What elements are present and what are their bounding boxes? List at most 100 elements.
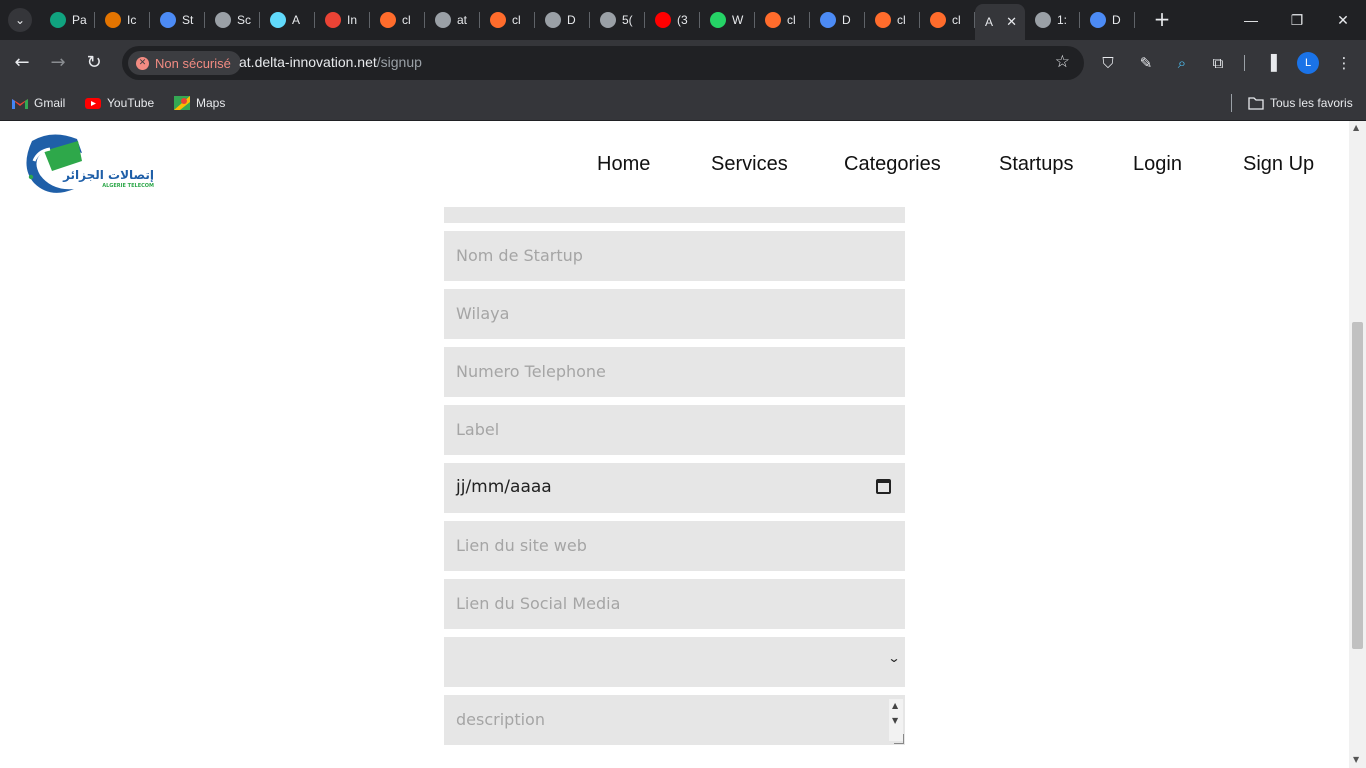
tab-title: cl [787, 13, 796, 27]
tab-search-button[interactable]: ⌄ [8, 8, 32, 32]
bookmarks-divider [1231, 94, 1232, 112]
browser-tab[interactable]: at [425, 6, 480, 34]
social-media-placeholder: Lien du Social Media [456, 594, 621, 613]
browser-tab[interactable]: cl [920, 6, 975, 34]
browser-tab[interactable]: Ic [95, 6, 150, 34]
all-bookmarks-button[interactable]: Tous les favoris [1248, 93, 1353, 113]
stack-icon [1090, 12, 1106, 28]
stack-icon [160, 12, 176, 28]
side-panel-icon[interactable]: ▐ [1260, 52, 1282, 74]
browser-tab[interactable]: A [260, 6, 315, 34]
nav-signup[interactable]: Sign Up [1243, 153, 1314, 176]
label-input[interactable]: Label [444, 405, 905, 455]
browser-tab[interactable]: 1: [1025, 6, 1080, 34]
shield-extension-icon[interactable]: ⛉ [1097, 52, 1119, 74]
date-input[interactable]: jj/mm/aaaa [444, 463, 905, 513]
url-host: at.delta-innovation.net [239, 54, 377, 70]
youtube-icon [655, 12, 671, 28]
resize-handle-icon[interactable] [894, 734, 904, 744]
close-tab-icon[interactable]: ✕ [1006, 14, 1017, 30]
description-placeholder: description [456, 710, 545, 729]
scrollbar-thumb[interactable] [1352, 322, 1363, 649]
eyedropper-extension-icon[interactable]: ✎ [1135, 52, 1157, 74]
nav-home[interactable]: Home [597, 153, 650, 176]
tab-title: A [292, 13, 301, 27]
cpanel-icon [930, 12, 946, 28]
tab-title: D [567, 13, 576, 27]
tab-separator [1134, 12, 1135, 28]
cpanel-icon [765, 12, 781, 28]
browser-tab[interactable]: cl [370, 6, 425, 34]
extensions-puzzle-icon[interactable]: ⧉ [1207, 52, 1229, 74]
nav-categories[interactable]: Categories [844, 153, 941, 176]
category-select[interactable]: ⌄ [444, 637, 905, 687]
tab-title: D [1112, 13, 1121, 27]
close-window-button[interactable]: ✕ [1320, 0, 1366, 40]
browser-tab[interactable]: Sc [205, 6, 260, 34]
scroll-up-icon[interactable]: ▲ [892, 701, 898, 710]
logo-latin-text: ALGERIE TELECOM [102, 183, 154, 189]
phone-input[interactable]: Numero Telephone [444, 347, 905, 397]
forward-button[interactable]: → [45, 50, 71, 76]
browser-tab[interactable]: cl [755, 6, 810, 34]
browser-tab[interactable]: A ✕ [975, 4, 1025, 40]
site-header: إتصالات الجزائر ALGERIE TELECOM Home Ser… [0, 121, 1349, 207]
tab-title: In [347, 13, 358, 27]
tab-title: D [842, 13, 851, 27]
tab-title: 1: [1057, 13, 1068, 27]
bookmark-star-icon[interactable]: ☆ [1055, 52, 1070, 72]
calendar-icon[interactable] [876, 479, 891, 494]
chevron-down-icon: ⌄ [887, 651, 901, 665]
browser-tab[interactable]: Pa [40, 6, 95, 34]
whatsapp-icon [710, 12, 726, 28]
browser-tab[interactable]: In [315, 6, 370, 34]
scroll-up-icon[interactable]: ▲ [1353, 123, 1359, 132]
cpanel-icon [490, 12, 506, 28]
scroll-down-icon[interactable]: ▼ [1353, 755, 1359, 764]
browser-tab[interactable]: cl [480, 6, 535, 34]
description-textarea[interactable]: description ▲ ▼ [444, 695, 905, 745]
nav-login[interactable]: Login [1133, 153, 1182, 176]
security-label: Non sécurisé [155, 55, 231, 71]
minimize-button[interactable]: — [1228, 0, 1274, 40]
security-chip[interactable]: ✕ Non sécurisé [128, 51, 241, 75]
maps-icon [174, 96, 190, 110]
search-extension-icon[interactable]: ⌕ [1171, 52, 1193, 74]
startup-name-input[interactable]: Nom de Startup [444, 231, 905, 281]
startup-name-placeholder: Nom de Startup [456, 246, 583, 265]
new-tab-button[interactable]: + [1150, 8, 1174, 32]
folder-icon [1248, 97, 1264, 110]
browser-tab[interactable]: 5( [590, 6, 645, 34]
tab-title: cl [952, 13, 961, 27]
browser-tab[interactable]: D [810, 6, 865, 34]
bookmark-youtube[interactable]: YouTube [85, 93, 154, 113]
tab-title: Ic [127, 13, 137, 27]
bookmark-maps[interactable]: Maps [174, 93, 225, 113]
restore-button[interactable]: ❐ [1274, 0, 1320, 40]
toolbar-divider [1244, 55, 1245, 71]
wilaya-input[interactable]: Wilaya [444, 289, 905, 339]
address-bar[interactable]: ✕ Non sécurisé at.delta-innovation.net/s… [122, 46, 1084, 80]
back-button[interactable]: ← [9, 50, 35, 76]
nav-services[interactable]: Services [711, 153, 788, 176]
bookmark-label: Maps [196, 96, 226, 110]
globe-icon [600, 12, 616, 28]
profile-avatar[interactable]: L [1297, 52, 1319, 74]
nav-startups[interactable]: Startups [999, 153, 1073, 176]
browser-tab[interactable]: (3 [645, 6, 700, 34]
browser-tab-strip: ⌄ Pa Ic St Sc A In cl at cl D 5((3 Wcl Dcl cl A ✕ 1: D + … [0, 0, 1366, 40]
social-media-input[interactable]: Lien du Social Media [444, 579, 905, 629]
browser-tab[interactable]: cl [865, 6, 920, 34]
menu-kebab-icon[interactable]: ⋮ [1333, 52, 1355, 74]
scroll-down-icon[interactable]: ▼ [892, 716, 898, 725]
browser-tab[interactable]: D [1080, 6, 1135, 34]
browser-tab[interactable]: W [700, 6, 755, 34]
stack-icon [820, 12, 836, 28]
reload-button[interactable]: ↻ [81, 50, 107, 76]
website-input[interactable]: Lien du site web [444, 521, 905, 571]
bookmark-gmail[interactable]: Gmail [12, 93, 65, 113]
page-scrollbar[interactable]: ▲ ▼ [1349, 121, 1366, 768]
algerie-telecom-logo[interactable]: إتصالات الجزائر ALGERIE TELECOM [22, 131, 158, 195]
browser-tab[interactable]: D [535, 6, 590, 34]
browser-tab[interactable]: St [150, 6, 205, 34]
